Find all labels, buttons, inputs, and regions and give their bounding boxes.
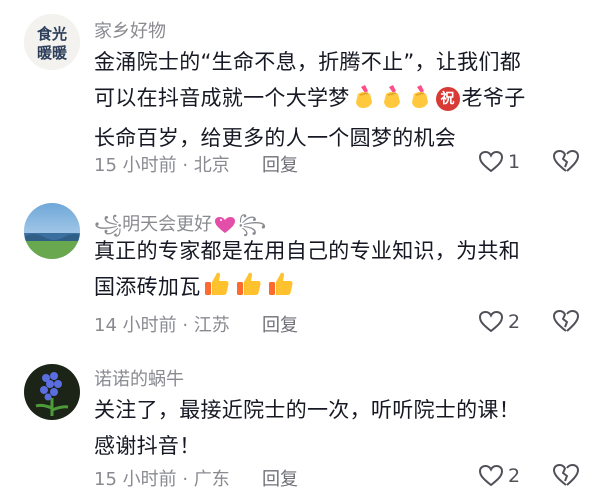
thumbs-up-icon [203,270,231,309]
finger-heart-icon [380,83,404,120]
broken-heart-icon [553,464,579,486]
reply-button[interactable]: 回复 [262,151,298,177]
heart-icon [478,310,504,333]
time-location: 15 小时前 · 北京 [94,155,230,176]
comment-line: 金涌院士的“生命不息，折腾不止”，让我们都 [94,50,522,74]
dislike-button[interactable] [552,462,580,490]
comment-text: 关注了，最接近院士的一次，听听院士的课！ 感谢抖音！ [94,392,574,464]
broken-heart-icon [553,150,579,172]
like-count: 2 [508,465,521,487]
blessing-badge-icon: 祝 [435,87,460,111]
avatar[interactable]: 食光暖暖 [24,14,80,70]
landscape-avatar-image [24,203,80,259]
like-button[interactable]: 2 [478,306,528,338]
comment-line: 可以在抖音成就一个大学梦 祝老爷子 [94,80,574,120]
username[interactable]: 家乡好物 [94,17,166,43]
reply-button[interactable]: 回复 [262,465,298,491]
comment-item: 诺诺的蜗牛 关注了，最接近院士的一次，听听院士的课！ 感谢抖音！ 15 小时前 … [0,350,600,498]
comment-item: 食光暖暖 家乡好物 金涌院士的“生命不息，折腾不止”，让我们都 可以在抖音成就一… [0,0,600,190]
avatar[interactable] [24,364,80,420]
thumbs-up-icon [235,270,263,309]
dislike-button[interactable] [552,148,580,176]
username[interactable]: 诺诺的蜗牛 [94,365,184,391]
like-count: 2 [508,311,521,333]
heart-icon [478,150,504,173]
username-decoration: ꧁ [94,214,123,235]
broken-heart-icon [553,310,579,332]
like-button[interactable]: 2 [478,460,528,492]
comment-line-text: 老爷子 [461,86,526,110]
finger-heart-icon [352,83,376,120]
finger-heart-icon [408,83,432,120]
time-location: 14 小时前 · 江苏 [94,315,230,336]
like-count: 1 [508,151,521,173]
like-button[interactable]: 1 [478,146,528,178]
comment-line: 关注了，最接近院士的一次，听听院士的课！ [94,398,520,422]
comment-item: ꧁明天会更好 ꧂ 真正的专家都是在用自己的专业知识，为共和 国添砖加瓦 14 小… [0,195,600,345]
comment-line: 感谢抖音！ [94,434,201,458]
comment-line: 国添砖加瓦 [94,269,574,309]
time-location: 15 小时前 · 广东 [94,469,230,490]
heart-icon [478,464,504,487]
dislike-button[interactable] [552,308,580,336]
username-decoration: ꧂ [238,214,267,235]
username-text: 明天会更好 [122,214,213,235]
avatar-text-top: 食光暖暖 [37,25,68,62]
comment-text: 真正的专家都是在用自己的专业知识，为共和 国添砖加瓦 [94,233,574,309]
comment-line: 真正的专家都是在用自己的专业知识，为共和 [94,239,520,263]
avatar-text-logo: 食光暖暖 [24,14,80,70]
comment-line-text: 国添砖加瓦 [94,275,201,299]
flower-avatar-image [24,364,80,420]
reply-button[interactable]: 回复 [262,311,298,337]
avatar[interactable] [24,203,80,259]
comment-text: 金涌院士的“生命不息，折腾不止”，让我们都 可以在抖音成就一个大学梦 祝老爷子 … [94,44,574,156]
thumbs-up-icon [267,270,295,309]
comment-line-text: 可以在抖音成就一个大学梦 [94,86,350,110]
